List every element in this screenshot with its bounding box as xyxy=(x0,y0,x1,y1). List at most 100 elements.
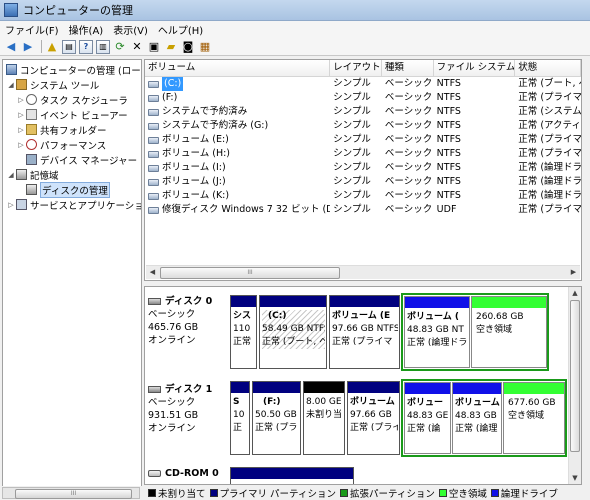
tree-item-label: デバイス マネージャー xyxy=(40,155,138,167)
clock-icon xyxy=(26,94,37,105)
volume-row[interactable]: ボリューム (I:) シンプル ベーシック NTFS 正常 (論理ドラ xyxy=(145,161,581,175)
volume-row[interactable]: ボリューム (K:) シンプル ベーシック NTFS 正常 (論理ドラ xyxy=(145,189,581,203)
tree-item-event-viewer[interactable]: ▷ イベント ビューアー xyxy=(17,107,128,122)
settings-icon[interactable]: ▦ xyxy=(198,40,212,54)
tree-item-disk-management[interactable]: ディスクの管理 xyxy=(17,181,110,198)
collapse-arrow-icon[interactable]: ◢ xyxy=(7,81,15,89)
expand-arrow-icon[interactable]: ▷ xyxy=(17,141,25,149)
expand-arrow-icon[interactable]: ▷ xyxy=(17,96,25,104)
volume-cell: ベーシック xyxy=(384,204,433,215)
device-manager-icon xyxy=(26,154,37,165)
volume-name: システムで予約済み (G:) xyxy=(162,120,269,131)
cdrom0-partition[interactable] xyxy=(230,467,354,484)
menu-help[interactable]: ヘルプ(H) xyxy=(153,22,208,37)
volume-cell: ボリューム (H:) xyxy=(145,147,330,161)
partition-status: 正 xyxy=(233,423,243,433)
disk1-free-space[interactable]: 677.60 GB 空き領域 xyxy=(503,382,565,454)
tree-item-system-tools[interactable]: ◢ システム ツール xyxy=(7,77,99,92)
back-arrow-icon[interactable]: ◀ xyxy=(4,40,18,54)
tree-item-device-manager[interactable]: デバイス マネージャー xyxy=(17,152,137,167)
column-header-volume[interactable]: ボリューム xyxy=(145,60,331,76)
properties-icon[interactable]: ▥ xyxy=(96,39,110,54)
disk1-logical-drive-2[interactable]: ボリューム 48.83 GB 正常 (論理 xyxy=(452,382,502,454)
column-header-filesystem[interactable]: ファイル システム xyxy=(434,60,516,76)
disk0-info[interactable]: ディスク 0 ベーシック 465.76 GB オンライン xyxy=(148,295,228,347)
volume-cell: 正常 (プライマリ xyxy=(518,134,581,145)
disk1-partition-volume[interactable]: ボリューム 97.66 GB 正常 (プライ xyxy=(347,381,400,455)
horizontal-scrollbar[interactable]: ◀ III ▶ xyxy=(146,265,580,279)
volume-cell: システムで予約済み (G:) xyxy=(145,119,330,133)
tree-item-storage[interactable]: ◢ 記憶域 xyxy=(7,167,59,182)
tree-item-services-apps[interactable]: ▷ サービスとアプリケーション xyxy=(7,197,141,212)
tree-item-shared-folders[interactable]: ▷ 共有フォルダー xyxy=(17,122,107,137)
disk1-partition-f[interactable]: (F:) 50.50 GB 正常 (プラ xyxy=(252,381,301,455)
disk1-partition-system-reserved[interactable]: S 10 正 xyxy=(230,381,250,455)
scroll-down-icon[interactable]: ▼ xyxy=(569,472,581,484)
volume-row[interactable]: (F:) シンプル ベーシックNTFS 正常 (プライマリ xyxy=(145,91,581,105)
disk0-partition-e[interactable]: ボリューム (E 97.66 GB NTFS 正常 (プライマ xyxy=(329,295,400,369)
volume-list-header: ボリューム レイアウト 種類 ファイル システム 状態 xyxy=(145,60,581,77)
volume-row[interactable]: ボリューム (E:) シンプル ベーシックNTFS 正常 (プライマリ xyxy=(145,133,581,147)
disk0-free-space[interactable]: 260.68 GB 空き領域 xyxy=(471,296,547,368)
column-header-status[interactable]: 状態 xyxy=(515,60,581,76)
expand-arrow-icon[interactable]: ▷ xyxy=(7,201,15,209)
volume-row[interactable]: 修復ディスク Windows 7 32 ビット (D:) シンプル ベーシック UDF… xyxy=(145,203,581,217)
partition-status: 正常 (プラ xyxy=(255,423,298,433)
search-icon[interactable]: ◙ xyxy=(181,40,195,54)
tree-item-label: イベント ビューアー xyxy=(40,110,128,122)
disk1-logical-drive-1[interactable]: ボリュー 48.83 GE 正常 (論 xyxy=(404,382,451,454)
tree-scrollbar[interactable]: III xyxy=(0,486,142,500)
show-hide-tree-icon[interactable]: ▤ xyxy=(62,39,76,54)
volume-row[interactable]: システムで予約済み シンプル ベーシック NTFS 正常 (システム, xyxy=(145,105,581,119)
scroll-thumb[interactable]: III xyxy=(15,489,132,499)
partition-label: ボリューム xyxy=(350,397,395,407)
menu-action[interactable]: 操作(A) xyxy=(64,22,109,37)
menu-file[interactable]: ファイル(F) xyxy=(0,22,64,37)
volume-cell: ベーシック xyxy=(384,78,433,89)
scroll-left-icon[interactable]: ◀ xyxy=(146,266,159,279)
column-header-layout[interactable]: レイアウト xyxy=(330,60,382,76)
column-header-type[interactable]: 種類 xyxy=(382,60,434,76)
volume-row[interactable]: システムで予約済み (G:) シンプル ベーシックNTFS 正常 (アクティブ xyxy=(145,119,581,133)
tree-item-task-scheduler[interactable]: ▷ タスク スケジューラ xyxy=(17,92,128,107)
scroll-thumb[interactable]: III xyxy=(160,267,340,279)
help-icon[interactable]: ? xyxy=(79,39,93,54)
export-icon[interactable]: ▣ xyxy=(147,40,161,54)
scroll-right-icon[interactable]: ▶ xyxy=(567,266,580,279)
disk0-partition-system-reserved[interactable]: シス 110 正常 xyxy=(230,295,257,369)
scroll-up-icon[interactable]: ▲ xyxy=(569,287,581,299)
collapse-arrow-icon[interactable]: ◢ xyxy=(7,171,15,179)
volume-cell: ベーシック xyxy=(384,162,433,173)
scroll-thumb[interactable] xyxy=(570,300,580,452)
tree-root[interactable]: コンピューターの管理 (ローカル) xyxy=(5,62,141,77)
legend: 未割り当て プライマリ パーティション 拡張パーティション 空き領域 論理ドライ… xyxy=(144,486,590,500)
vertical-scrollbar[interactable]: ▲ ▼ xyxy=(568,287,581,484)
forward-arrow-icon[interactable]: ▶ xyxy=(21,40,35,54)
cdrom0-info[interactable]: CD-ROM 0 xyxy=(148,467,228,480)
volume-row[interactable]: ボリューム (J:) シンプル ベーシック NTFS 正常 (論理ドラ xyxy=(145,175,581,189)
delete-icon[interactable]: ✕ xyxy=(130,40,144,54)
volume-row[interactable]: (C:) シンプル ベーシックNTFS 正常 (ブート, ページ xyxy=(145,77,581,91)
expand-arrow-icon[interactable]: ▷ xyxy=(17,126,25,134)
legend-logical-drive: 論理ドライブ xyxy=(487,486,558,500)
expand-arrow-icon[interactable]: ▷ xyxy=(17,111,25,119)
volume-cell: NTFS xyxy=(436,92,461,103)
event-viewer-icon xyxy=(26,109,37,120)
disk-management-icon xyxy=(26,184,37,195)
partition-size: 97.66 GB xyxy=(350,410,392,420)
partition-status: 正常 xyxy=(233,337,252,347)
disk1-info[interactable]: ディスク 1 ベーシック 931.51 GB オンライン xyxy=(148,383,228,435)
open-icon[interactable]: ▰ xyxy=(164,40,178,54)
legend-label: 空き領域 xyxy=(448,489,487,500)
volume-icon xyxy=(148,122,159,130)
disk1-unallocated[interactable]: 8.00 GE 未割り当 xyxy=(303,381,345,455)
refresh-icon[interactable]: ⟳ xyxy=(113,40,127,54)
tree-item-performance[interactable]: ▷ パフォーマンス xyxy=(17,137,106,152)
tree-item-label: 記憶域 xyxy=(30,170,59,182)
menu-view[interactable]: 表示(V) xyxy=(108,22,153,37)
disk0-partition-c[interactable]: (C:) 58.49 GB NTFS 正常 (ブート, ペ xyxy=(259,295,327,369)
up-folder-icon[interactable]: ▲ xyxy=(45,40,59,54)
partition-status: 正常 (プライ xyxy=(350,423,398,433)
disk0-logical-drive[interactable]: ボリューム (48.83 GB NT 正常 (論理ドラ xyxy=(404,296,470,368)
volume-row[interactable]: ボリューム (H:) シンプル ベーシックNTFS 正常 (プライマリ xyxy=(145,147,581,161)
